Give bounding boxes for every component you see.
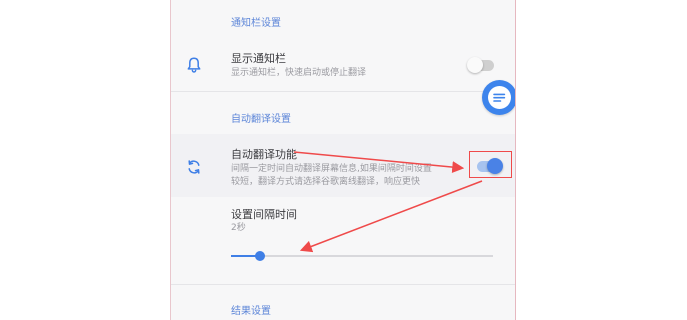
toggle-thumb	[467, 57, 483, 73]
auto-translate-section-title: 自动翻译设置	[231, 114, 291, 125]
show-notification-subtitle: 显示通知栏，快速启动或停止翻译	[231, 68, 367, 78]
interval-title: 设置间隔时间	[231, 208, 297, 221]
result-section-title: 结果设置	[231, 306, 271, 317]
interval-slider[interactable]	[231, 251, 493, 261]
show-notification-title: 显示通知栏	[231, 52, 286, 65]
slider-track	[231, 255, 493, 257]
bell-icon	[185, 56, 203, 74]
notification-section-title: 通知栏设置	[231, 18, 281, 29]
auto-translate-subtitle-line-2: 较短，翻译方式请选择谷歌离线翻译，响应更快	[231, 177, 421, 187]
section-divider	[171, 284, 515, 285]
toggle-highlight-box	[469, 151, 512, 178]
section-divider	[171, 91, 515, 92]
interval-value: 2秒	[231, 223, 246, 233]
chat-bubble-icon	[488, 86, 511, 109]
screenshot-page: 通知栏设置 显示通知栏 显示通知栏，快速启动或停止翻译 自动翻译设置 自动翻译功…	[0, 0, 687, 320]
sync-arrows-icon	[185, 158, 203, 176]
slider-thumb[interactable]	[255, 251, 265, 261]
settings-screen: 通知栏设置 显示通知栏 显示通知栏，快速启动或停止翻译 自动翻译设置 自动翻译功…	[170, 0, 516, 320]
auto-translate-title: 自动翻译功能	[231, 148, 297, 161]
auto-translate-subtitle-line-1: 间隔一定时间自动翻译屏幕信息,如果间隔时间设置	[231, 164, 432, 174]
floating-translate-button[interactable]	[482, 80, 515, 115]
